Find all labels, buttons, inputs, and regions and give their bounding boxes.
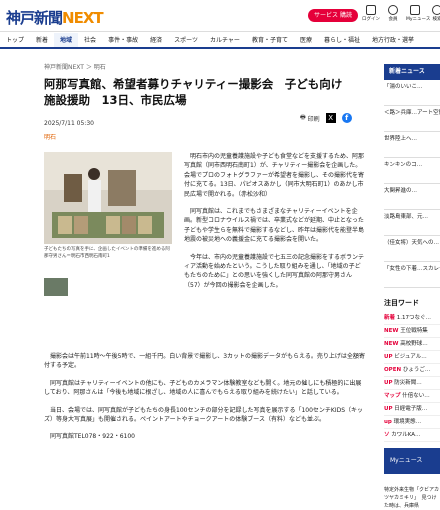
breadcrumb[interactable]: 神戸新聞NEXT ＞ 明石 [44, 62, 106, 71]
mynews-banner[interactable]: Myニュース [384, 448, 440, 474]
ranking-item[interactable]: マップ 什倍ない… [384, 390, 440, 403]
ranking-tag: ソ [384, 432, 390, 438]
x-share-icon[interactable]: X [325, 113, 336, 123]
ranking-header: 注目ワード [384, 299, 419, 307]
new-news-text: 淡路島東部、元… [384, 214, 429, 220]
paragraph: 明石市内の児童養護施設や子ども食堂などを支援するため、阿那写真館（同市西明石南町… [184, 153, 365, 198]
new-news-text: （佳女将）天気への… [384, 240, 440, 246]
ad-text[interactable]: 特定外来生物「クビアカツヤカミキリ」 見つけた時は、兵庫県 [384, 486, 440, 510]
category-nav: トップ 新着 地域 社会 事件・事故 経済 スポーツ カルチャー 教育・子育て 医療 暮らし・福祉地… [0, 33, 440, 49]
ranking-text: 防災新聞… [394, 380, 422, 386]
ranking-tag: NEW [384, 341, 399, 347]
nav-item[interactable]: 暮らし・福祉 [318, 33, 366, 47]
photo-thumbnail[interactable] [44, 278, 68, 296]
ranking-tag: UP [384, 380, 393, 386]
header-icon-group: ログイン 会員 Myニュース 検索 [362, 5, 440, 22]
ranking-text: 1.17つなぐ… [396, 315, 432, 321]
ranking-list: 新着 1.17つなぐ… NEW 王位戦特集 NEW 高校野球… UP ビジュアル… OP… [384, 312, 440, 442]
paragraph: 同写真館はチャリティーイベントの他にも、子どものカメラマン体験教室なども開く。地… [44, 379, 362, 397]
ranking-text: ビジュアル… [394, 354, 427, 360]
nav-item[interactable]: カルチャー [204, 33, 246, 47]
ranking-tag: NEW [384, 328, 399, 334]
new-news-text: ＜路＞兵庫…アート空間…市、西宮市） [384, 110, 440, 116]
nav-item[interactable]: 地域 [54, 33, 79, 47]
new-news-list: 「湯のいいこ… ＜路＞兵庫…アート空間…市、西宮市） 世界陸上へ… キンキンのコ… 大関… [384, 80, 440, 288]
ranking-item[interactable]: UP 防災新聞… [384, 377, 440, 390]
paragraph: 同写真館TEL078・922・6100 [50, 433, 135, 441]
site-logo[interactable]: 神戸新聞NEXT [6, 7, 104, 28]
login-icon[interactable]: ログイン [362, 5, 380, 22]
ranking-item[interactable]: NEW 高校野球… [384, 338, 440, 351]
new-news-header: 新着ニュース [384, 64, 440, 80]
new-news-item[interactable]: 淡路島東部、元… [384, 210, 440, 236]
ranking-tag: 新着 [384, 315, 396, 321]
new-news-item[interactable]: （佳女将）天気への… [384, 236, 440, 262]
nav-item[interactable]: 地方行政・選挙 [366, 33, 420, 47]
ranking-text: ひょうご… [402, 367, 431, 373]
ranking-item[interactable]: ソ カワルKA… [384, 429, 440, 442]
ranking-item[interactable]: 新着 1.17つなぐ… [384, 312, 440, 325]
new-news-item[interactable]: 大関昇進の… [384, 184, 440, 210]
service-subscribe-button[interactable]: サービス 購読 [308, 9, 358, 22]
ranking-text: 環境実態… [393, 419, 422, 425]
ranking-text: 日経電子版… [394, 406, 428, 412]
nav-item[interactable]: 医療 [294, 33, 318, 47]
nav-item[interactable]: スポーツ [168, 33, 204, 47]
search-icon[interactable]: 検索 [428, 5, 440, 22]
ranking-tag: UP [384, 354, 393, 360]
facebook-share-icon[interactable]: f [341, 113, 352, 123]
new-news-text: キンキンのコ… [384, 162, 423, 168]
article-photo[interactable] [44, 152, 172, 244]
nav-item[interactable]: 社会 [78, 33, 102, 47]
article-body-lower: 撮影会は午前11時〜午後5時で、一組千円。白い背景で撮影し、3カットの撮影データ… [44, 352, 366, 450]
paragraph: 同写真館は、これまでもさまざまなチャリティーイベントを企画。新型コロナウイルス禍… [184, 208, 365, 244]
new-news-text: 世界陸上へ… [384, 136, 418, 142]
mycolumn-icon[interactable]: Myニュース [406, 5, 430, 22]
new-news-item[interactable]: 「女性の下着…スカレーター…事件の初公… [384, 262, 440, 288]
ranking-item[interactable]: NEW 王位戦特集 [384, 325, 440, 338]
ranking-tag: マップ [384, 393, 401, 399]
print-icon: 🖶 [300, 114, 306, 121]
paragraph: 今年は、市内の児童養護施設で七五三の記念撮影をするボランティア活動を始めたという… [184, 253, 365, 289]
paragraph: 撮影会は午前11時〜午後5時で、一組千円。白い背景で撮影し、3カットの撮影データ… [44, 353, 365, 370]
new-news-text: 「湯のいいこ… [384, 84, 423, 90]
nav-item[interactable]: トップ [0, 33, 30, 47]
paragraph: 当日、会場では、同写真館が子どもたちの身長100センチの部分を記録した写真を展示… [44, 406, 364, 424]
nav-item[interactable]: 教育・子育て [246, 33, 294, 47]
new-news-text: 「女性の下着…スカレーター…事件の初公… [384, 266, 440, 272]
user-icon[interactable]: 会員 [384, 5, 402, 22]
article-date: 2025/7/11 05:30 [44, 120, 94, 127]
article-body-upper: 明石市内の児童養護施設や子ども食堂などを支援するため、阿那写真館（同市西明石南町… [184, 152, 366, 298]
article-category[interactable]: 明石 [44, 132, 56, 141]
ranking-text: 王位戦特集 [400, 328, 428, 334]
new-news-item[interactable]: ＜路＞兵庫…アート空間…市、西宮市） [384, 106, 440, 132]
ranking-item[interactable]: up 環境実態… [384, 416, 440, 429]
new-news-item[interactable]: キンキンのコ… [384, 158, 440, 184]
ranking-item[interactable]: UP 日経電子版… [384, 403, 440, 416]
site-header: 神戸新聞NEXT サービス 購読 ログイン 会員 Myニュース 検索 [0, 0, 440, 32]
new-news-item[interactable]: 「湯のいいこ… [384, 80, 440, 106]
ranking-text: 什倍ない… [402, 393, 430, 399]
article-title: 阿那写真館、希望者募りチャリティー撮影会 子ども向け施設援助 13日、市民広場 [44, 77, 343, 107]
ranking-text: カワルKA… [391, 432, 421, 438]
nav-item[interactable]: 事件・事故 [102, 33, 144, 47]
ranking-item[interactable]: OPEN ひょうご… [384, 364, 440, 377]
photo-caption: 子どもたちの写真を手に、企画したイベントの準備を進める阿那守男さん＝明石市西明石… [44, 247, 170, 259]
ranking-tag: up [384, 419, 392, 425]
share-bar: 🖶 印刷 X f [300, 113, 352, 123]
new-news-item[interactable]: 世界陸上へ… [384, 132, 440, 158]
ranking-text: 高校野球… [400, 341, 428, 347]
ranking-tag: UP [384, 406, 393, 412]
new-news-text: 大関昇進の… [384, 188, 418, 194]
ranking-tag: OPEN [384, 367, 402, 373]
nav-item[interactable]: 新着 [30, 33, 54, 47]
print-button[interactable]: 🖶 印刷 [300, 113, 320, 123]
sidebar: 新着ニュース 「湯のいいこ… ＜路＞兵庫…アート空間…市、西宮市） 世界陸上へ… キン… [384, 64, 440, 510]
nav-item[interactable]: 経済 [144, 33, 168, 47]
ranking-item[interactable]: UP ビジュアル… [384, 351, 440, 364]
